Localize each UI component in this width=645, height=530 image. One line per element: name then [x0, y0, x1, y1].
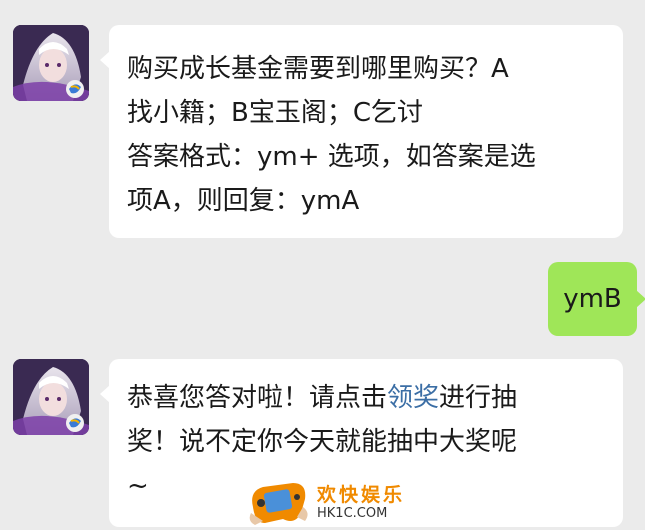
avatar-illustration-icon: [13, 359, 89, 435]
sender-avatar[interactable]: [13, 359, 89, 435]
message-text-line: 奖！说不定你今天就能抽中大奖呢: [127, 427, 518, 457]
bubble-tail: [100, 51, 110, 69]
message-text-line: 找小籍；B宝玉阁；C乞讨: [127, 98, 423, 128]
message-text-line: 恭喜您答对啦！请点击领奖进行抽: [127, 376, 605, 420]
message-bubble-outgoing: ymB: [548, 262, 645, 336]
claim-prize-link[interactable]: 领奖: [387, 383, 439, 413]
message-text-line: 答案格式：ym+ 选项，如答案是选: [127, 142, 536, 172]
game-controller-icon: [249, 483, 308, 525]
watermark-url: HK1C.COM: [317, 506, 388, 521]
bubble-tail: [636, 290, 645, 308]
watermark-name: 欢快娱乐: [317, 484, 406, 506]
message-bubble-incoming: 购买成长基金需要到哪里购买？A 找小籍；B宝玉阁；C乞讨 答案格式：ym+ 选项…: [100, 25, 623, 238]
message-text: ymB: [563, 284, 622, 314]
message-text-line: 项A，则回复：ymA: [127, 186, 360, 216]
message-text-line: 购买成长基金需要到哪里购买？A: [127, 54, 509, 84]
message-text-segment: 进行抽: [439, 383, 518, 413]
sender-avatar[interactable]: [13, 25, 89, 101]
message-text-segment: 恭喜您答对啦！请点击: [127, 383, 388, 413]
bubble-tail: [100, 385, 110, 403]
avatar-illustration-icon: [13, 25, 89, 101]
watermark: 欢快娱乐 HK1C.COM: [243, 473, 413, 529]
